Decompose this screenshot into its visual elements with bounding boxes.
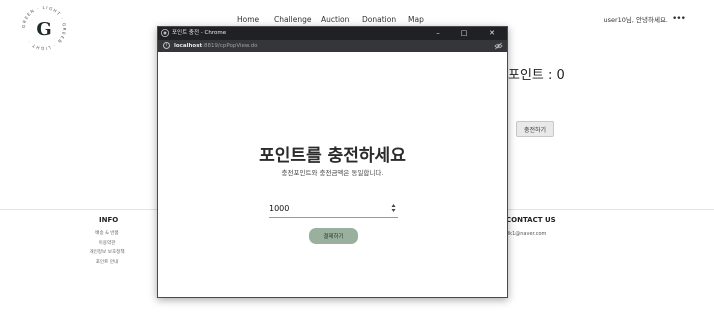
nav-donation[interactable]: Donation — [362, 15, 396, 25]
footer-link-points[interactable]: 포인트 안내 — [70, 258, 144, 268]
more-dots-icon[interactable]: ••• — [672, 13, 686, 25]
nav-challenge[interactable]: Challenge — [274, 15, 312, 25]
user-greeting[interactable]: user10님, 안녕하세요. — [603, 15, 668, 25]
popup-window-title: 포인트 충전 - Chrome — [172, 30, 227, 36]
nav-home[interactable]: Home — [237, 15, 259, 25]
popup-titlebar[interactable]: 포인트 충전 - Chrome – □ ✕ — [158, 27, 507, 40]
maximize-icon[interactable]: □ — [453, 27, 475, 40]
points-balance: 포인트 : 0 — [508, 68, 565, 83]
popup-url: localhost:8819/cpPopView.do — [174, 42, 257, 50]
point-charge-popup: 포인트 충전 - Chrome – □ ✕ i localhost:8819/c… — [157, 26, 508, 298]
nav-auction[interactable]: Auction — [321, 15, 349, 25]
footer-info-title: INFO — [99, 216, 119, 224]
close-icon[interactable]: ✕ — [481, 27, 503, 40]
charge-heading: 포인트를 충전하세요 — [259, 146, 406, 166]
amount-input[interactable] — [269, 200, 387, 216]
nav-map[interactable]: Map — [408, 15, 424, 25]
pay-button[interactable]: 결제하기 — [309, 228, 358, 244]
chrome-icon — [161, 29, 169, 37]
footer-link-shipping[interactable]: 배송 & 반품 — [70, 229, 144, 239]
brand-logo[interactable]: GREEN · LIGHT · GREEN · LIGHT · G — [20, 4, 68, 52]
popup-content: 포인트를 충전하세요 충전포인트와 충전금액은 동일합니다. 결제하기 — [158, 52, 507, 297]
footer-contact-title: CONTACT US — [506, 216, 556, 224]
url-path: :8819/cpPopView.do — [202, 43, 258, 49]
popup-addressbar: i localhost:8819/cpPopView.do — [158, 40, 507, 52]
minimize-icon[interactable]: – — [427, 27, 449, 40]
number-spinner-icon[interactable] — [391, 203, 396, 213]
footer-contact-email[interactable]: 0k1@naver.com — [506, 231, 546, 237]
site-info-icon[interactable]: i — [163, 42, 170, 49]
logo-emblem: GREEN · LIGHT · GREEN · LIGHT · G — [21, 5, 66, 51]
charge-subtext: 충전포인트와 충전금액은 동일합니다. — [281, 169, 384, 177]
charge-button[interactable]: 충전하기 — [516, 121, 554, 137]
url-host: localhost — [174, 43, 203, 49]
eye-slash-icon[interactable] — [494, 42, 503, 50]
amount-field — [269, 199, 398, 218]
footer-link-terms[interactable]: 이용약관 — [70, 239, 144, 249]
footer-info-links: 배송 & 반품 이용약관 개인정보 보호정책 포인트 안내 — [70, 229, 144, 267]
footer-link-privacy[interactable]: 개인정보 보호정책 — [70, 248, 144, 258]
